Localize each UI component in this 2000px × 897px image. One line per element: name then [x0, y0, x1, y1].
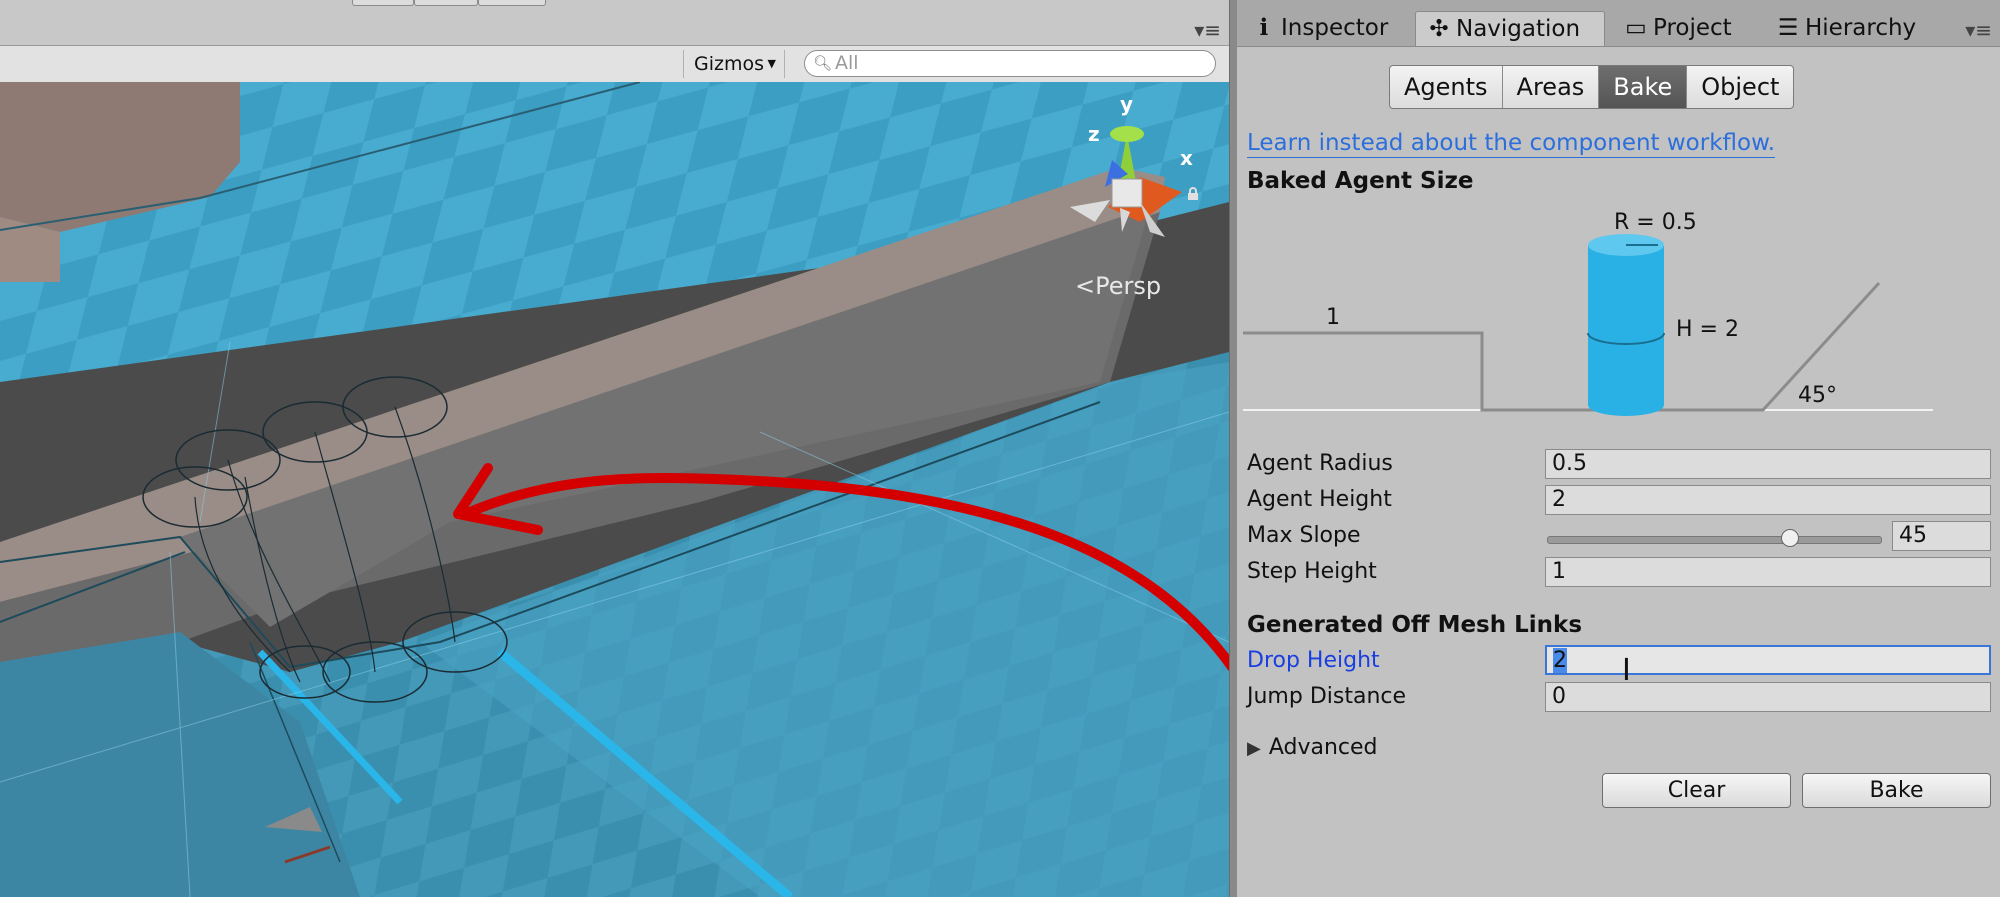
scene-toolbar: Gizmos ▼ 🔍︎ All — [0, 46, 1229, 83]
navmesh-scene — [0, 82, 1229, 897]
agent-height-label: Agent Height — [1247, 487, 1392, 512]
drop-height-input[interactable]: 2 — [1545, 645, 1991, 675]
jump-distance-input[interactable]: 0 — [1545, 682, 1991, 712]
drop-height-label: Drop Height — [1247, 648, 1380, 673]
mode-bake-button[interactable]: Bake — [1599, 66, 1688, 108]
mode-areas-button[interactable]: Areas — [1503, 66, 1600, 108]
height-label: H = 2 — [1676, 317, 1739, 342]
drop-height-value: 2 — [1553, 648, 1567, 673]
search-icon: 🔍︎ — [813, 54, 833, 72]
tab-label: Hierarchy — [1805, 15, 1917, 41]
gizmos-label: Gizmos — [694, 53, 765, 75]
toolbar-button[interactable] — [352, 0, 414, 6]
tab-label: Inspector — [1281, 15, 1389, 41]
toolbar-button[interactable] — [478, 0, 546, 6]
component-workflow-link[interactable]: Learn instead about the component workfl… — [1247, 130, 1776, 158]
step-height-input[interactable]: 1 — [1545, 557, 1991, 587]
jump-distance-label: Jump Distance — [1247, 684, 1407, 709]
max-slope-label: Max Slope — [1247, 523, 1361, 548]
toolbar-button[interactable] — [414, 0, 478, 6]
offmesh-links-title: Generated Off Mesh Links — [1247, 612, 1583, 638]
panel-tab-bar: ℹ Inspector ✣ Navigation ▭ Project ☰ Hierarc… — [1237, 0, 2000, 47]
gizmos-dropdown[interactable]: Gizmos ▼ — [683, 50, 785, 78]
navigation-panel: ℹ Inspector ✣ Navigation ▭ Project ☰ Hierarc… — [1237, 0, 2000, 897]
scene-panel[interactable]: ▾≡ Gizmos ▼ 🔍︎ All y z x <Persp — [0, 0, 1229, 897]
panel-menu-icon[interactable]: ▾≡ — [1194, 18, 1221, 42]
radius-label: R = 0.5 — [1614, 210, 1697, 235]
max-slope-slider[interactable] — [1547, 536, 1882, 544]
agent-radius-label: Agent Radius — [1247, 451, 1393, 476]
agent-radius-input[interactable]: 0.5 — [1545, 449, 1991, 479]
tab-inspector[interactable]: ℹ Inspector — [1241, 11, 1403, 46]
axis-z-label: z — [1088, 122, 1100, 146]
max-slope-input[interactable]: 45 — [1892, 521, 1991, 551]
baked-agent-size-title: Baked Agent Size — [1247, 168, 1474, 194]
advanced-label: Advanced — [1268, 735, 1378, 760]
panel-menu-icon[interactable]: ▾≡ — [1965, 18, 1992, 42]
navigation-icon: ✣ — [1429, 16, 1449, 42]
scene-viewport[interactable]: y z x <Persp — [0, 82, 1229, 897]
advanced-foldout[interactable]: ▶ Advanced — [1247, 735, 1378, 760]
bake-button[interactable]: Bake — [1802, 773, 1991, 808]
agent-height-input[interactable]: 2 — [1545, 485, 1991, 515]
step-height-label: Step Height — [1247, 559, 1377, 584]
lock-icon[interactable] — [1186, 187, 1200, 201]
tab-label: Navigation — [1456, 16, 1581, 42]
tab-hierarchy[interactable]: ☰ Hierarchy — [1765, 11, 1955, 46]
axis-y-label: y — [1120, 92, 1134, 116]
chevron-down-icon: ▼ — [767, 57, 776, 70]
mode-agents-button[interactable]: Agents — [1390, 66, 1503, 108]
max-slope-slider-thumb[interactable] — [1781, 529, 1799, 547]
clear-button[interactable]: Clear — [1602, 773, 1791, 808]
slope-label: 45° — [1798, 383, 1837, 408]
agent-size-diagram: R = 0.5 H = 2 1 45° — [1243, 205, 1943, 430]
axis-x-label: x — [1180, 146, 1193, 170]
hierarchy-icon: ☰ — [1777, 15, 1799, 41]
info-icon: ℹ — [1259, 15, 1269, 41]
scene-search-input[interactable]: 🔍︎ All — [804, 50, 1216, 77]
tab-project[interactable]: ▭ Project — [1613, 11, 1763, 46]
tab-navigation[interactable]: ✣ Navigation — [1415, 11, 1605, 46]
perspective-toggle[interactable]: <Persp — [1075, 272, 1161, 300]
navigation-mode-selector: Agents Areas Bake Object — [1389, 65, 1795, 109]
triangle-right-icon: ▶ — [1247, 738, 1261, 759]
mode-object-button[interactable]: Object — [1687, 66, 1793, 108]
step-label: 1 — [1326, 305, 1340, 330]
tab-label: Project — [1653, 15, 1732, 41]
text-cursor-icon: Ι — [1622, 653, 1631, 688]
folder-icon: ▭ — [1625, 15, 1647, 41]
search-placeholder: All — [835, 52, 859, 74]
chevron-left-icon: < — [1075, 272, 1096, 300]
scene-tab-bar: ▾≡ — [0, 0, 1229, 46]
persp-label: Persp — [1095, 272, 1162, 300]
agent-size-illustration — [1243, 234, 1933, 416]
